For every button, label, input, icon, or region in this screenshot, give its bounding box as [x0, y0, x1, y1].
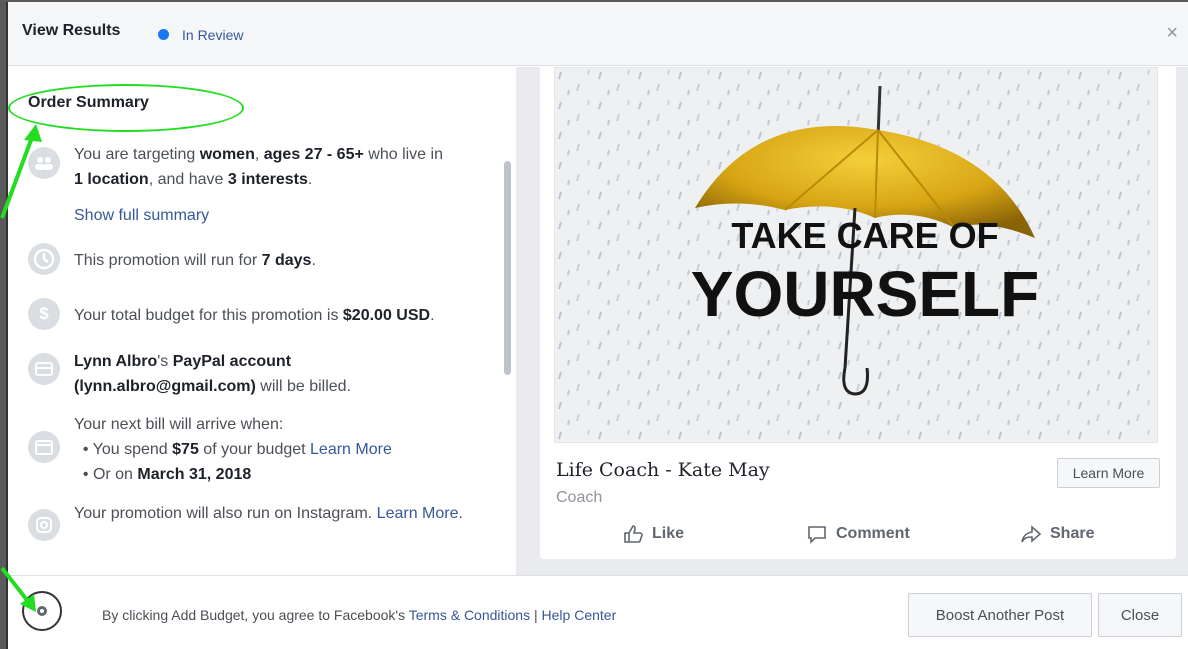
show-full-summary-link[interactable]: Show full summary [74, 203, 494, 228]
post-preview-card: TAKE CARE OF YOURSELF Life Coach - Kate … [540, 67, 1176, 559]
learn-more-budget-link[interactable]: Learn More [310, 441, 392, 458]
terms-notice: By clicking Add Budget, you agree to Fac… [102, 607, 617, 623]
share-arrow-icon [1021, 525, 1042, 543]
like-label: Like [652, 525, 685, 542]
image-caption-line1: TAKE CARE OF [731, 215, 998, 256]
order-summary-panel: Order Summary You are targeting women, a… [8, 67, 516, 575]
dialog-footer: By clicking Add Budget, you agree to Fac… [8, 575, 1188, 649]
annotation-arrow-bottom [0, 566, 36, 612]
annotation-arrow-top [0, 124, 42, 219]
instagram-text: Your promotion will also run on Instagra… [74, 505, 463, 522]
view-results-dialog: View Results In Review × Order Summary Y… [6, 2, 1188, 649]
image-caption-line2: YOURSELF [691, 258, 1039, 330]
clock-icon [28, 243, 60, 275]
billing-text: Lynn Albro's PayPal account (lynn.albro@… [74, 353, 351, 395]
thumbs-up-icon [624, 525, 643, 543]
post-image: TAKE CARE OF YOURSELF [554, 67, 1158, 443]
umbrella-image: TAKE CARE OF YOURSELF [555, 68, 1157, 442]
share-label: Share [1050, 525, 1095, 542]
share-button[interactable]: Share [1020, 523, 1094, 545]
learn-more-instagram-link[interactable]: Learn More [377, 505, 459, 522]
page-name[interactable]: Life Coach - Kate May [556, 459, 770, 481]
like-button[interactable]: Like [622, 523, 684, 545]
budget-text: Your total budget for this promotion is … [74, 307, 435, 324]
calendar-icon [28, 431, 60, 463]
terms-conditions-link[interactable]: Terms & Conditions [409, 607, 530, 623]
dollar-icon: $ [28, 298, 60, 330]
dialog-header: View Results In Review × [8, 2, 1188, 66]
status-dot-icon [158, 29, 169, 40]
audience-text: You are targeting women, ages 27 - 65+ w… [74, 146, 443, 188]
page-category: Coach [556, 489, 603, 506]
close-icon[interactable]: × [1166, 22, 1178, 45]
next-bill-text: Your next bill will arrive when: • You s… [74, 416, 392, 483]
duration-text: This promotion will run for 7 days. [74, 252, 316, 269]
boost-another-post-button[interactable]: Boost Another Post [908, 593, 1092, 637]
instagram-icon [28, 509, 60, 541]
learn-more-cta-button[interactable]: Learn More [1057, 458, 1160, 488]
summary-scrollbar[interactable] [504, 161, 511, 375]
comment-label: Comment [836, 525, 910, 542]
comment-icon [808, 526, 826, 544]
comment-button[interactable]: Comment [806, 523, 910, 545]
status-label: In Review [182, 27, 244, 43]
credit-card-icon [28, 353, 60, 385]
dialog-title: View Results [22, 22, 121, 39]
help-center-link[interactable]: Help Center [542, 607, 617, 623]
ad-preview-panel: TAKE CARE OF YOURSELF Life Coach - Kate … [516, 67, 1188, 575]
close-button[interactable]: Close [1098, 593, 1182, 637]
